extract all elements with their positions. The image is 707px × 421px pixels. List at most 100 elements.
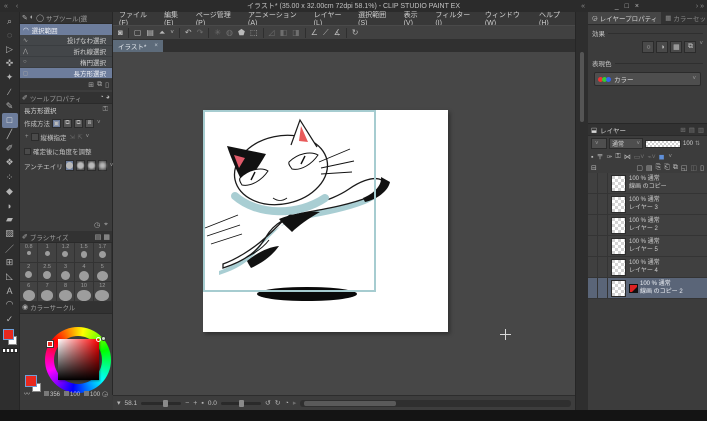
tab-color-wheel[interactable]: カラーサークル	[30, 302, 75, 312]
fill-icon[interactable]: ⬟	[238, 28, 245, 37]
aa-none-option[interactable]	[65, 160, 74, 171]
tab-tool-property[interactable]: ツールプロパティ	[30, 93, 82, 103]
layer-check-toggle[interactable]	[598, 257, 608, 278]
brush-size-6[interactable]: 6	[20, 282, 38, 302]
chevron-down-icon[interactable]: ˅	[86, 134, 90, 140]
save-icon[interactable]: ⏶	[159, 28, 165, 38]
ruler-range-icon[interactable]: ⌁˅	[647, 153, 655, 161]
brush-size-1.2[interactable]: 1.2	[57, 243, 75, 263]
aa-weak-option[interactable]	[76, 160, 85, 171]
zoom-slider[interactable]	[141, 402, 181, 405]
brush-size-1[interactable]: 1	[38, 243, 56, 263]
transparent-icon[interactable]: 〰	[24, 389, 29, 398]
rotate-cw-icon[interactable]: ↻	[275, 399, 281, 407]
brush-size-12[interactable]: 12	[94, 282, 112, 302]
layer-check-toggle[interactable]	[598, 236, 608, 257]
vertical-scrollbar[interactable]	[575, 12, 588, 410]
add-subtool-icon[interactable]: ⊞	[88, 81, 94, 89]
border-effect-icon[interactable]: ○	[642, 41, 654, 53]
hue-ring[interactable]	[45, 327, 111, 393]
pen-tool[interactable]: ✎	[2, 99, 18, 113]
color-wheel-tabs[interactable]: ◉ カラーサークル	[20, 302, 112, 314]
color-swatches[interactable]	[2, 329, 18, 347]
panel-collapse-mid-icon[interactable]: «	[581, 3, 585, 10]
layer-row-0[interactable]: 100 % 通常線画 のコピー	[588, 173, 707, 194]
panel-collapse-right-icon[interactable]: › »	[696, 3, 704, 10]
decoration-tool[interactable]: ❖	[2, 156, 18, 170]
snap-special-icon[interactable]: ⟋	[323, 28, 329, 38]
layer-visibility-toggle[interactable]	[588, 215, 598, 236]
layer-visibility-toggle[interactable]	[588, 194, 598, 215]
layer-name[interactable]: 線画 のコピー 2	[640, 288, 683, 296]
tab-brush-size[interactable]: ブラシサイズ	[30, 232, 69, 242]
lock-icon[interactable]: ⚿	[103, 106, 108, 114]
chevron-down-icon[interactable]: ˅	[699, 41, 703, 53]
close-tab-icon[interactable]: ×	[154, 43, 158, 49]
palette-color-icon[interactable]: ◼	[659, 153, 665, 161]
brush-size-1.5[interactable]: 1.5	[75, 243, 93, 263]
brush-size-tabs[interactable]: ✐ ブラシサイズ ▤ ▦	[20, 231, 112, 243]
layer-thumbnail[interactable]	[611, 238, 626, 255]
zoom-in-button[interactable]: +	[193, 400, 197, 407]
select-border-icon[interactable]: ⬚	[250, 28, 258, 37]
layer-thumbnail[interactable]	[611, 175, 626, 192]
move-view-tool[interactable]: ◌	[2, 28, 18, 42]
tab-color-set[interactable]: ▦ カラーセット	[661, 12, 707, 25]
clip-studio-icon[interactable]: ◙	[118, 28, 123, 37]
redo-icon[interactable]: ↷	[197, 28, 204, 37]
layer-check-toggle[interactable]	[598, 173, 608, 194]
layer-view-b-icon[interactable]: ▤	[689, 126, 695, 134]
layer-check-toggle[interactable]	[598, 194, 608, 215]
color-mode-icon[interactable]: ◶	[102, 390, 108, 398]
chevron-down-icon[interactable]: ˅	[97, 120, 101, 126]
saturation-value-square[interactable]	[58, 339, 99, 380]
layer-name[interactable]: 線画 のコピー	[629, 183, 667, 191]
layer-thumbnail[interactable]	[611, 196, 626, 213]
transparent-color-swatch[interactable]	[2, 348, 18, 353]
chevron-down-icon[interactable]: ˅	[669, 154, 673, 160]
selection-rectangle[interactable]	[203, 110, 376, 292]
layer-thumbnail[interactable]	[611, 259, 626, 276]
tone-icon[interactable]: ▦	[670, 41, 682, 53]
eyedropper-tool[interactable]: ∕	[2, 85, 18, 99]
subtool-item-0[interactable]: ∿投げなわ選択	[20, 35, 112, 46]
reselect-icon[interactable]: ◍	[226, 28, 233, 37]
brush-size-0.8[interactable]: 0.8	[20, 243, 38, 263]
rotate-ccw-icon[interactable]: ↺	[265, 399, 271, 407]
zoom-out-button[interactable]: −	[185, 400, 189, 407]
layer-check-toggle[interactable]	[598, 278, 608, 299]
copy-subtool-icon[interactable]: ⧉	[97, 81, 102, 89]
zoom-menu-icon[interactable]: ▾	[117, 399, 121, 407]
layer-color-icon[interactable]: ⧉	[684, 41, 696, 53]
expand-plus-icon[interactable]: +	[25, 134, 29, 140]
layer-row-2[interactable]: 100 % 通常レイヤー 2	[588, 215, 707, 236]
new-icon[interactable]: ▢	[134, 28, 142, 37]
subtool-item-3[interactable]: ◻長方形選択	[20, 68, 112, 79]
eraser-tool[interactable]: ◆	[2, 184, 18, 198]
palette-color-dropdown[interactable]: ˅	[591, 138, 607, 149]
brush-size-10[interactable]: 10	[75, 282, 93, 302]
snap-guide-icon[interactable]: ∡	[334, 28, 341, 37]
layer-visibility-toggle[interactable]	[588, 278, 598, 299]
close-button[interactable]: ×	[635, 3, 639, 10]
opacity-slider[interactable]	[645, 140, 681, 148]
brush-size-7[interactable]: 7	[38, 282, 56, 302]
layer-name[interactable]: レイヤー 5	[629, 246, 660, 254]
tab-extra-b-icon[interactable]: ▦	[103, 233, 110, 241]
blend-mode-dropdown[interactable]: 通常˅	[609, 138, 643, 149]
history-icon[interactable]: ◷	[94, 221, 100, 229]
create-method-new-icon[interactable]: ▣	[52, 119, 61, 128]
correct-line-tool[interactable]: ✓	[2, 312, 18, 326]
horizontal-scrollbar[interactable]	[300, 400, 571, 407]
fill-tool[interactable]: ▰	[2, 213, 18, 227]
transfer-icon[interactable]: ⎘	[656, 164, 662, 172]
aa-middle-option[interactable]	[87, 160, 96, 171]
document-canvas[interactable]	[203, 110, 448, 332]
mask-icon[interactable]: ◱	[681, 164, 688, 172]
new-folder-icon[interactable]: ▤	[646, 164, 653, 172]
new-layer-icon[interactable]: ▢	[636, 164, 643, 172]
aspect-toggle[interactable]	[31, 133, 39, 141]
grid-icon[interactable]: ◿	[269, 28, 275, 37]
tool-property-tabs[interactable]: ✐ ツールプロパティ ◔ ◕	[20, 92, 112, 104]
object-tool[interactable]: ▷	[2, 42, 18, 56]
